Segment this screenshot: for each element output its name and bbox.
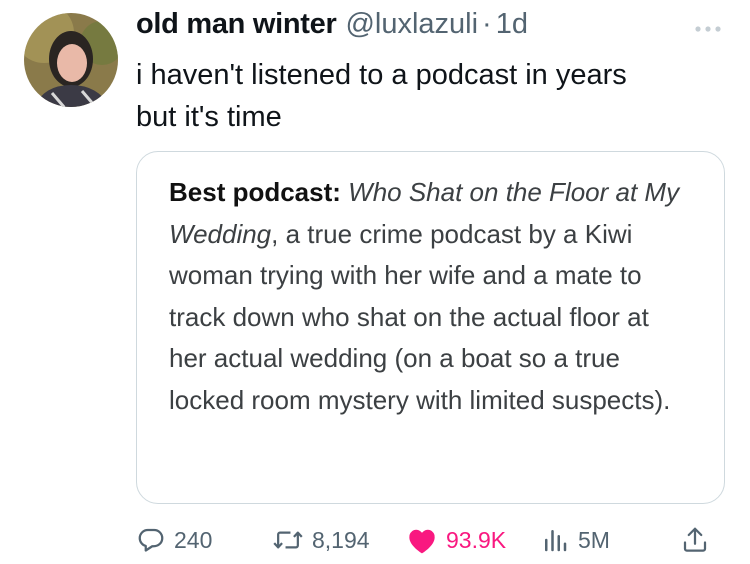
action-bar: 240 8,194 93.9K 5M bbox=[0, 520, 750, 560]
separator-dot: · bbox=[482, 8, 492, 40]
reply-button[interactable]: 240 bbox=[136, 520, 212, 560]
views-count: 5M bbox=[578, 526, 610, 553]
retweet-count: 8,194 bbox=[312, 526, 370, 553]
bar-chart-icon bbox=[540, 525, 578, 555]
views-button[interactable]: 5M bbox=[540, 520, 610, 560]
like-button[interactable]: 93.9K bbox=[406, 520, 506, 560]
tweet-header: old man winter @luxlazuli · 1d bbox=[136, 8, 528, 48]
heart-filled-icon bbox=[406, 525, 446, 555]
retweet-button[interactable]: 8,194 bbox=[272, 520, 370, 560]
share-button[interactable] bbox=[680, 520, 718, 560]
quoted-image-card[interactable]: Best podcast: Who Shat on the Floor at M… bbox=[136, 151, 725, 504]
avatar[interactable] bbox=[24, 13, 118, 107]
quote-lead: Best podcast: bbox=[169, 177, 341, 207]
reply-bubble-icon bbox=[136, 525, 174, 555]
quoted-text: Best podcast: Who Shat on the Floor at M… bbox=[169, 172, 684, 421]
display-name[interactable]: old man winter bbox=[136, 8, 337, 41]
like-count: 93.9K bbox=[446, 526, 507, 553]
timestamp[interactable]: 1d bbox=[496, 8, 528, 41]
reply-count: 240 bbox=[174, 526, 213, 553]
retweet-icon bbox=[272, 525, 312, 555]
user-handle[interactable]: @luxlazuli bbox=[345, 8, 478, 41]
share-upload-icon bbox=[680, 525, 718, 555]
more-dots-icon[interactable] bbox=[694, 22, 722, 34]
tweet-text: i haven't listened to a podcast in years… bbox=[136, 59, 627, 133]
